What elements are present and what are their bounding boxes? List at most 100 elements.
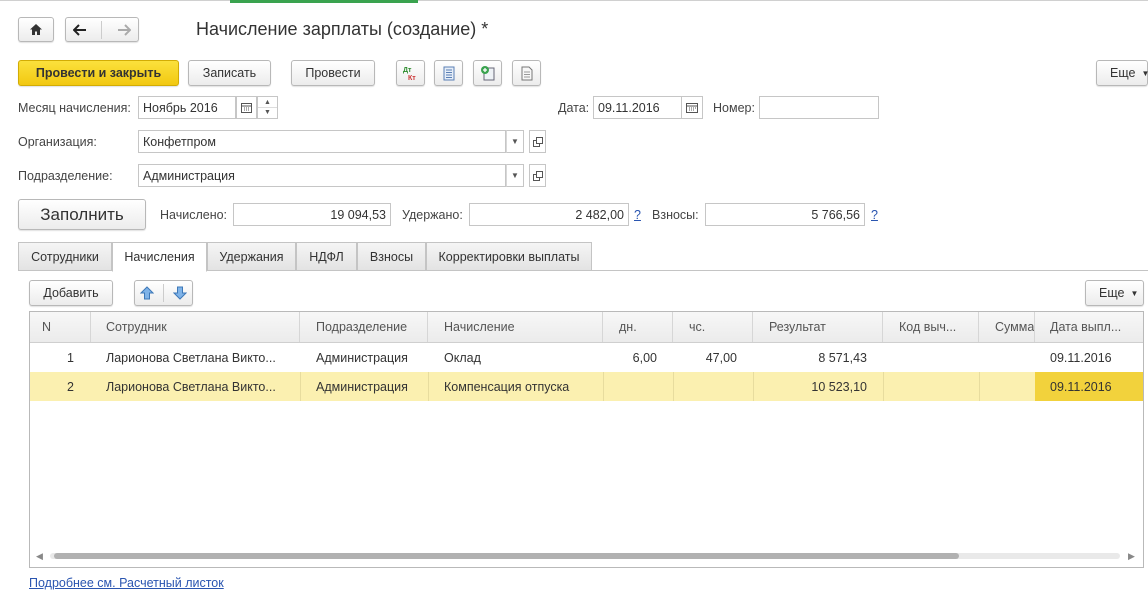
horizontal-scrollbar[interactable]: ◀ ▶ (36, 551, 1136, 562)
history-nav (65, 17, 139, 42)
col-header-deduction-code[interactable]: Код выч... (883, 312, 979, 342)
row-department: Администрация (316, 379, 408, 394)
organization-dropdown[interactable]: ▼ (506, 130, 524, 153)
row-deduction-code (883, 343, 979, 372)
col-header-result[interactable]: Результат (753, 312, 883, 342)
move-up-icon[interactable] (139, 286, 154, 300)
department-label: Подразделение: (18, 169, 113, 183)
col-header-sum[interactable]: Сумма ... (979, 312, 1035, 342)
col-header-department[interactable]: Подразделение (300, 312, 428, 342)
payslip-link[interactable]: Подробнее см. Расчетный листок (29, 576, 224, 590)
scrollbar-thumb[interactable] (54, 553, 959, 559)
arrow-right-icon[interactable] (117, 23, 131, 36)
number-field[interactable] (759, 96, 879, 119)
row-sum (979, 343, 1035, 372)
row-hours (673, 372, 743, 401)
organization-open-button[interactable] (529, 130, 546, 153)
withheld-value: 2 482,00 (469, 203, 629, 226)
scroll-left-icon[interactable]: ◀ (36, 551, 43, 562)
tab-payment-corrections[interactable]: Корректировки выплаты (426, 242, 592, 271)
date-calendar-button[interactable] (681, 96, 703, 119)
withheld-help-link[interactable]: ? (634, 208, 641, 222)
row-employee: Ларионова Светлана Викто... (106, 350, 276, 365)
row-payment-date-active-cell[interactable]: 09.11.2016 (1035, 372, 1143, 401)
accrued-value: 19 094,53 (233, 203, 391, 226)
row-sum (979, 372, 1035, 401)
row-number: 2 (67, 379, 74, 394)
tab-ndfl[interactable]: НДФЛ (296, 242, 357, 271)
col-header-hours[interactable]: чс. (673, 312, 753, 342)
chevron-down-icon: ▼ (511, 171, 519, 180)
row-days (603, 372, 663, 401)
department-dropdown[interactable]: ▼ (506, 164, 524, 187)
more-label: Еще (1110, 66, 1136, 80)
calendar-icon (686, 103, 698, 113)
month-calendar-button[interactable] (236, 96, 257, 119)
svg-text:Кт: Кт (408, 75, 416, 81)
more-menu-button[interactable]: Еще ▼ (1096, 60, 1148, 86)
svg-text:Дт: Дт (403, 67, 412, 74)
tab-contributions[interactable]: Взносы (357, 242, 426, 271)
chevron-down-icon: ▼ (1130, 288, 1139, 298)
table-row[interactable]: 1 Ларионова Светлана Викто... Администра… (30, 343, 1143, 372)
window-top-border (0, 0, 1148, 1)
row-accrual: Оклад (444, 350, 481, 365)
home-button[interactable] (18, 17, 54, 42)
col-header-accrual[interactable]: Начисление (428, 312, 603, 342)
col-header-employee[interactable]: Сотрудник (91, 312, 300, 342)
table-more-button[interactable]: Еще ▼ (1085, 280, 1144, 306)
create-based-icon (480, 66, 494, 81)
col-header-days[interactable]: дн. (603, 312, 673, 342)
post-button[interactable]: Провести (291, 60, 375, 86)
month-field[interactable]: Ноябрь 2016 (138, 96, 236, 119)
page-title: Начисление зарплаты (создание) * (196, 19, 489, 39)
fill-button[interactable]: Заполнить (18, 199, 146, 230)
open-in-window-icon (532, 136, 543, 147)
table-row-selected[interactable]: 2 Ларионова Светлана Викто... Администра… (30, 372, 1143, 401)
month-stepper[interactable]: ▲ ▼ (257, 96, 278, 119)
row-employee: Ларионова Светлана Викто... (106, 379, 276, 394)
move-divider (162, 284, 164, 302)
tab-employees[interactable]: Сотрудники (18, 242, 112, 271)
withheld-label: Удержано: (402, 208, 463, 222)
dt-kt-icon: ДтКт (403, 67, 416, 81)
dt-kt-button[interactable]: Дт Кт (396, 60, 425, 86)
col-header-n[interactable]: N (30, 312, 91, 342)
row-deduction-code (883, 372, 979, 401)
move-down-icon[interactable] (173, 286, 188, 300)
add-row-button[interactable]: Добавить (29, 280, 113, 306)
date-label: Дата: (558, 101, 590, 115)
organization-field[interactable]: Конфетпром (138, 130, 506, 153)
home-icon (30, 24, 42, 35)
row-number: 1 (67, 350, 74, 365)
print-button[interactable] (512, 60, 541, 86)
department-open-button[interactable] (529, 164, 546, 187)
post-and-close-button[interactable]: Провести и закрыть (18, 60, 179, 86)
active-window-indicator (230, 0, 418, 3)
scroll-right-icon[interactable]: ▶ (1128, 551, 1135, 562)
report-button[interactable] (434, 60, 463, 86)
col-header-payment-date[interactable]: Дата выпл... (1035, 312, 1143, 342)
row-result: 10 523,10 (811, 379, 867, 394)
row-accrual: Компенсация отпуска (444, 379, 570, 394)
stepper-up-icon[interactable]: ▲ (258, 97, 277, 108)
number-label: Номер: (713, 101, 755, 115)
create-based-on-button[interactable] (473, 60, 502, 86)
contributions-help-link[interactable]: ? (871, 208, 878, 222)
calendar-icon (241, 103, 252, 113)
stepper-down-icon[interactable]: ▼ (258, 108, 277, 118)
table-more-label: Еще (1099, 286, 1125, 300)
tab-deductions[interactable]: Удержания (207, 242, 296, 271)
date-field[interactable]: 09.11.2016 (593, 96, 682, 119)
contributions-value: 5 766,56 (705, 203, 865, 226)
department-field[interactable]: Администрация (138, 164, 506, 187)
row-days: 6,00 (632, 350, 657, 365)
tab-accruals[interactable]: Начисления (112, 242, 207, 272)
month-label: Месяц начисления: (18, 101, 131, 115)
table-header: N Сотрудник Подразделение Начисление дн.… (30, 312, 1143, 343)
row-hours: 47,00 (705, 350, 737, 365)
arrow-left-icon[interactable] (73, 23, 87, 36)
open-in-window-icon (532, 170, 543, 181)
document-list-icon (443, 66, 454, 80)
save-button[interactable]: Записать (188, 60, 271, 86)
